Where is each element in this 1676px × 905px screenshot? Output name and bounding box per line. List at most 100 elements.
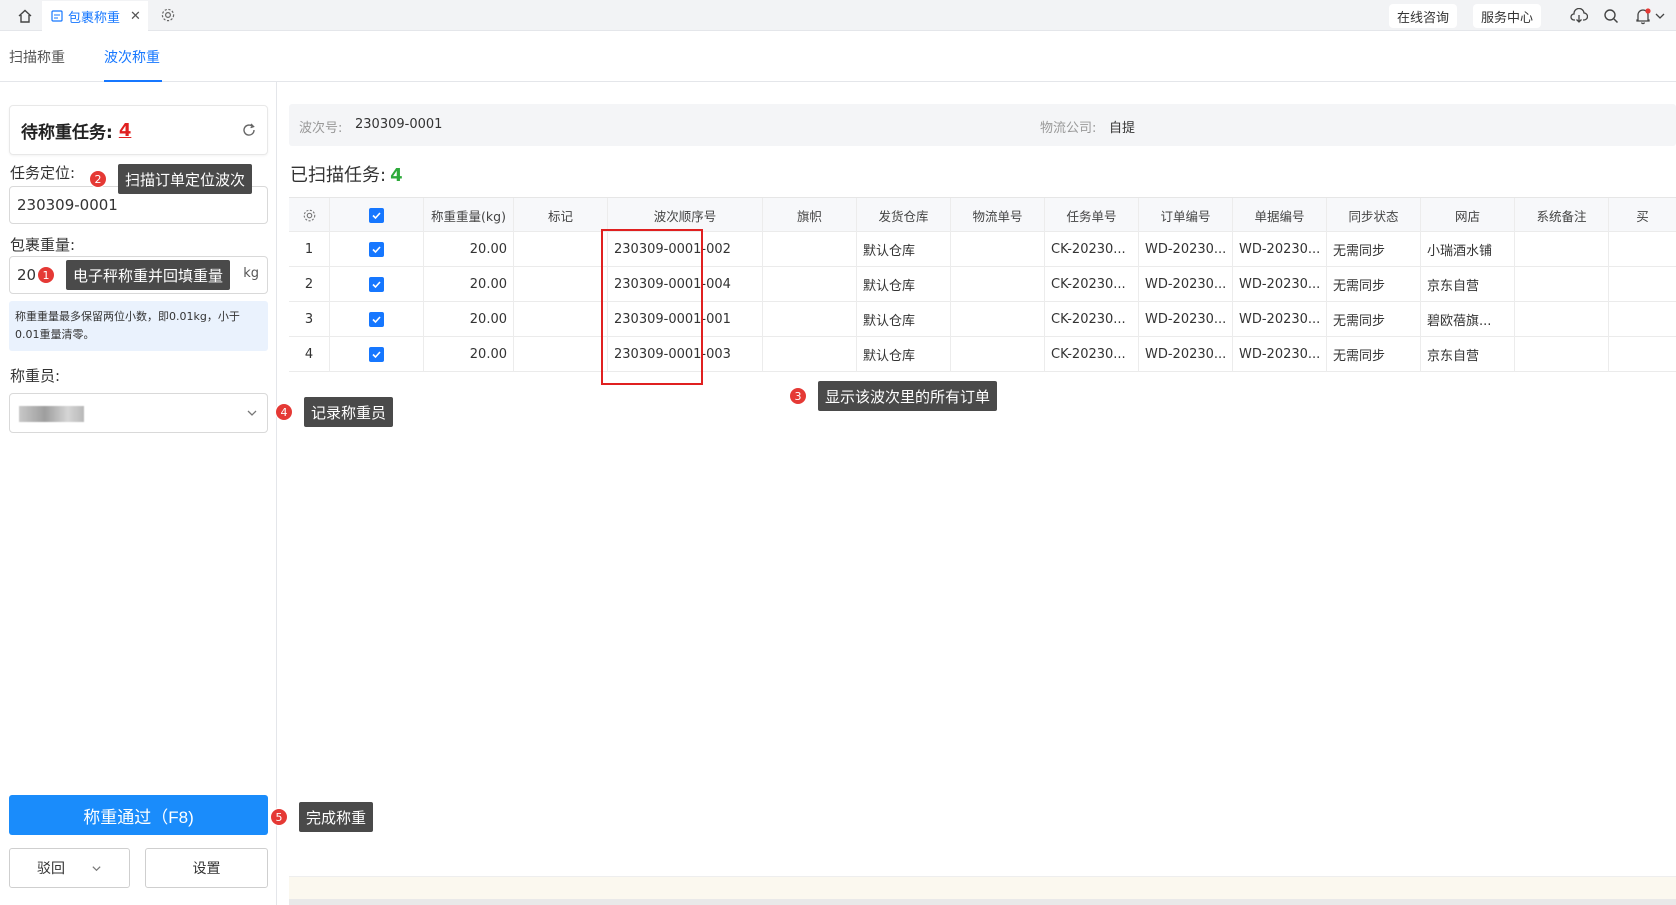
- column-header-warehouse[interactable]: 发货仓库: [857, 198, 951, 233]
- column-header-sync-status[interactable]: 同步状态: [1327, 198, 1421, 233]
- row-sync-status: 无需同步: [1327, 267, 1421, 302]
- annotation-badge-3: 3: [789, 387, 807, 405]
- row-sync-status: 无需同步: [1327, 337, 1421, 372]
- refresh-icon[interactable]: [241, 122, 257, 142]
- row-task-no: CK-20230...: [1045, 337, 1139, 372]
- row-wave-seq: 230309-0001-003: [608, 337, 763, 372]
- row-tracking: [951, 232, 1045, 267]
- search-icon[interactable]: [1601, 6, 1621, 26]
- weight-unit: kg: [243, 266, 259, 281]
- column-header-wave-seq[interactable]: 波次顺序号: [608, 198, 763, 233]
- gear-icon[interactable]: [160, 7, 176, 27]
- row-select-cell: [330, 337, 424, 372]
- weigher-name-redacted: [19, 406, 84, 422]
- gear-icon: [303, 209, 315, 222]
- row-flag: [763, 267, 857, 302]
- tab-wave-weighing[interactable]: 波次称重: [104, 47, 160, 67]
- logistics-company-label: 物流公司:: [1040, 121, 1097, 136]
- row-buyer: [1609, 337, 1676, 372]
- row-select-cell: [330, 232, 424, 267]
- row-system-remark: [1515, 232, 1609, 267]
- column-header-order-no[interactable]: 订单编号: [1139, 198, 1233, 233]
- weigher-select[interactable]: [9, 393, 268, 433]
- row-doc-no: WD-20230...: [1233, 232, 1327, 267]
- row-shop: 京东自营: [1421, 337, 1515, 372]
- row-weight: 20.00: [424, 267, 514, 302]
- row-select-cell: [330, 302, 424, 337]
- table-row[interactable]: 2 20.00 230309-0001-004 默认仓库 CK-20230...…: [289, 267, 1676, 302]
- cloud-download-icon[interactable]: [1569, 6, 1589, 26]
- service-center-button[interactable]: 服务中心: [1473, 4, 1542, 28]
- annotation-tip-4: 记录称重员: [304, 397, 394, 427]
- row-shop: 小瑞酒水铺: [1421, 232, 1515, 267]
- bell-icon[interactable]: [1633, 6, 1653, 26]
- pending-tasks-count[interactable]: 4: [119, 120, 132, 141]
- table-row[interactable]: 3 20.00 230309-0001-001 默认仓库 CK-20230...…: [289, 302, 1676, 337]
- table-header: 称重重量(kg) 标记 波次顺序号 旗帜 发货仓库 物流单号 任务单号 订单编号…: [289, 197, 1676, 233]
- column-header-tracking[interactable]: 物流单号: [951, 198, 1045, 233]
- column-header-doc-no[interactable]: 单据编号: [1233, 198, 1327, 233]
- row-mark: [514, 337, 608, 372]
- row-task-no: CK-20230...: [1045, 267, 1139, 302]
- annotation-badge-4: 4: [275, 403, 293, 421]
- column-header-system-remark[interactable]: 系统备注: [1515, 198, 1609, 233]
- column-settings-cell[interactable]: [289, 198, 330, 233]
- package-weight-value: 20: [17, 266, 37, 284]
- row-checkbox[interactable]: [369, 277, 384, 292]
- table-row[interactable]: 4 20.00 230309-0001-003 默认仓库 CK-20230...…: [289, 337, 1676, 372]
- tab-title: 包裹称重: [68, 10, 121, 26]
- pending-tasks-label: 待称重任务:: [21, 122, 113, 143]
- annotation-tip-5: 完成称重: [299, 802, 374, 832]
- online-consult-button[interactable]: 在线咨询: [1389, 4, 1458, 28]
- annotation-badge-1: 1: [37, 266, 55, 284]
- home-icon: [18, 9, 32, 23]
- check-icon: [372, 246, 381, 254]
- row-system-remark: [1515, 337, 1609, 372]
- tab-package-weighing[interactable]: 包裹称重 ✕: [42, 1, 148, 31]
- row-wave-seq: 230309-0001-002: [608, 232, 763, 267]
- select-all-checkbox[interactable]: [369, 208, 384, 223]
- row-weight: 20.00: [424, 232, 514, 267]
- row-buyer: [1609, 302, 1676, 337]
- settings-button[interactable]: 设置: [145, 848, 268, 888]
- home-button[interactable]: [14, 6, 36, 26]
- row-task-no: CK-20230...: [1045, 232, 1139, 267]
- tab-scan-weighing[interactable]: 扫描称重: [9, 47, 65, 67]
- column-header-buyer[interactable]: 买: [1609, 198, 1676, 233]
- horizontal-scrollbar[interactable]: [289, 899, 1676, 905]
- row-system-remark: [1515, 267, 1609, 302]
- row-tracking: [951, 267, 1045, 302]
- row-doc-no: WD-20230...: [1233, 302, 1327, 337]
- column-header-flag[interactable]: 旗帜: [763, 198, 857, 233]
- wave-info-bar: 波次号: 230309-0001 物流公司: 自提: [289, 104, 1676, 146]
- row-mark: [514, 232, 608, 267]
- annotation-badge-5: 5: [270, 808, 288, 826]
- pass-weighing-button[interactable]: 称重通过（F8): [9, 795, 268, 835]
- row-index: 2: [289, 267, 330, 302]
- row-checkbox[interactable]: [369, 312, 384, 327]
- row-wave-seq: 230309-0001-004: [608, 267, 763, 302]
- left-panel: 待称重任务: 4 任务定位: 230309-0001 包裹重量: 20 kg 称…: [0, 82, 277, 905]
- weigher-label: 称重员:: [10, 367, 61, 385]
- annotation-tip-1: 电子秤称重并回填重量: [66, 260, 231, 290]
- top-bar: 包裹称重 ✕ 在线咨询 服务中心: [0, 0, 1676, 31]
- close-icon[interactable]: ✕: [130, 9, 141, 24]
- column-header-mark[interactable]: 标记: [514, 198, 608, 233]
- check-icon: [372, 316, 381, 324]
- wave-number-value: 230309-0001: [355, 117, 443, 132]
- row-checkbox[interactable]: [369, 242, 384, 257]
- column-header-task-no[interactable]: 任务单号: [1045, 198, 1139, 233]
- table-row[interactable]: 1 20.00 230309-0001-002 默认仓库 CK-20230...…: [289, 232, 1676, 267]
- row-doc-no: WD-20230...: [1233, 267, 1327, 302]
- check-icon: [372, 212, 381, 220]
- row-checkbox[interactable]: [369, 347, 384, 362]
- row-index: 1: [289, 232, 330, 267]
- column-header-weight[interactable]: 称重重量(kg): [424, 198, 514, 233]
- reject-button[interactable]: 驳回: [9, 848, 130, 888]
- row-weight: 20.00: [424, 337, 514, 372]
- row-doc-no: WD-20230...: [1233, 337, 1327, 372]
- online-consult-label: 在线咨询: [1397, 10, 1450, 26]
- column-header-shop[interactable]: 网店: [1421, 198, 1515, 233]
- chevron-down-icon[interactable]: [1655, 12, 1665, 20]
- row-warehouse: 默认仓库: [857, 302, 951, 337]
